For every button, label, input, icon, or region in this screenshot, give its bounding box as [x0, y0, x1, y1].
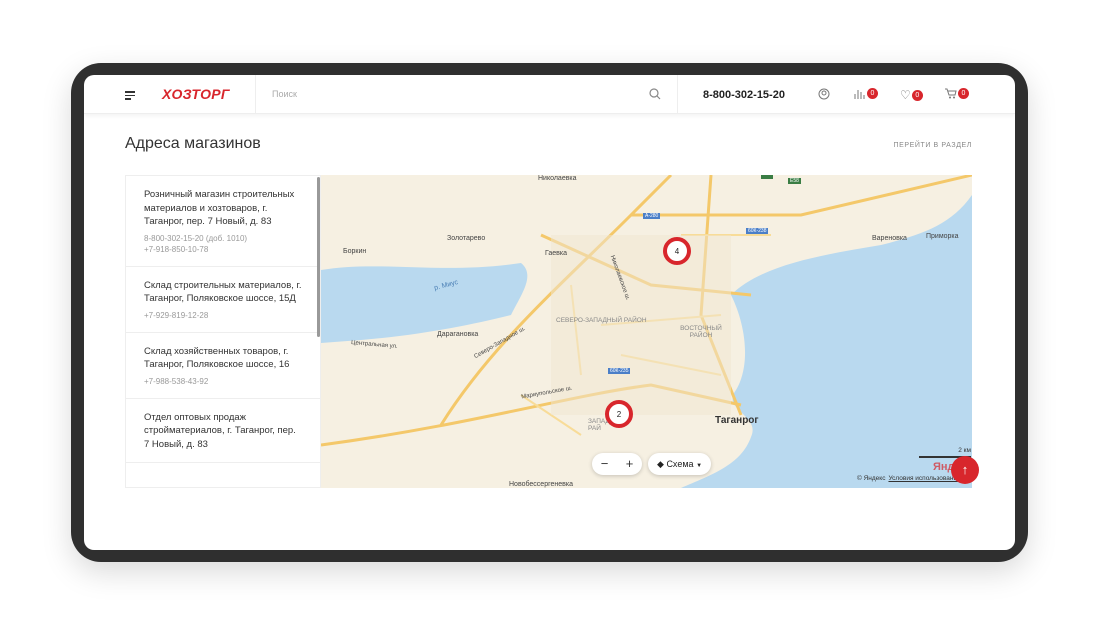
map-label: ЗАПАД РАЙ — [588, 418, 610, 432]
map-cluster[interactable]: 2 — [605, 400, 633, 428]
search-icon[interactable] — [649, 88, 661, 100]
favorites-badge: 0 — [911, 89, 923, 101]
map-label: Новобессергеневка — [509, 481, 573, 488]
map-label: Приморка — [926, 233, 959, 240]
terms-link[interactable]: Условия использования — [888, 475, 960, 482]
search-input[interactable]: Поиск — [272, 89, 297, 99]
account-icon[interactable] — [818, 88, 830, 100]
store-item[interactable]: Склад строительных материалов, г. Таганр… — [126, 267, 320, 333]
store-phone[interactable]: 8-800-302-15-20 (доб. 1010) — [144, 233, 302, 244]
store-list: Розничный магазин строительных материало… — [125, 175, 321, 488]
compare-badge: 0 — [867, 88, 878, 99]
map-label: Таганрог — [715, 415, 759, 426]
zoom-out-button[interactable]: − — [592, 453, 617, 475]
store-item[interactable]: Склад хозяйственных товаров, г. Таганрог… — [126, 333, 320, 399]
compare-icon — [854, 90, 865, 99]
store-name: Склад хозяйственных товаров, г. Таганрог… — [144, 345, 290, 371]
logo[interactable]: ХОЗТОРГ — [162, 86, 230, 102]
map-tiles — [321, 175, 972, 488]
browser-screen: ХОЗТОРГ Поиск 8-800-302-15-20 0 ♡ 0 0 Адр… — [84, 75, 1015, 550]
page-title: Адреса магазинов — [125, 135, 261, 152]
store-phone[interactable]: +7-918-850-10-78 — [144, 244, 302, 255]
scale-label: 2 км — [958, 447, 971, 454]
map-label: Золотарево — [447, 235, 486, 242]
search-box[interactable]: Поиск — [255, 75, 678, 114]
favorites-button[interactable]: ♡ 0 — [900, 88, 923, 102]
map-label: СЕВЕРО-ЗАПАДНЫЙ РАЙОН — [556, 317, 647, 324]
store-name: Розничный магазин строительных материало… — [144, 189, 295, 227]
zoom-in-button[interactable]: + — [617, 453, 642, 475]
road-sign: 60К-238 — [746, 228, 769, 234]
cart-icon — [945, 88, 957, 99]
phone-number[interactable]: 8-800-302-15-20 — [703, 89, 785, 101]
map-zoom-control: − + — [592, 453, 642, 475]
map-layer-button[interactable]: ◆ Схема ▼ — [648, 453, 712, 475]
store-item[interactable]: Отдел оптовых продаж стройматериалов, г.… — [126, 399, 320, 463]
map-label: Николаевка — [538, 175, 577, 182]
store-item[interactable]: Розничный магазин строительных материало… — [126, 176, 320, 267]
store-name: Отдел оптовых продаж стройматериалов, г.… — [144, 411, 296, 450]
road-sign: А-280 — [643, 213, 661, 219]
store-map[interactable]: Николаевка Золотарево Боркин Гаевка Варе… — [321, 175, 972, 488]
map-label: Вареновка — [872, 235, 907, 242]
road-sign: E58 — [788, 178, 801, 184]
cart-badge: 0 — [958, 88, 969, 99]
site-header: ХОЗТОРГ Поиск 8-800-302-15-20 0 ♡ 0 0 — [84, 75, 1015, 114]
chevron-down-icon: ▼ — [696, 463, 703, 469]
road-sign: 60К-235 — [608, 368, 631, 374]
map-label: ВОСТОЧНЫЙ РАЙОН — [680, 325, 722, 339]
map-label: Дарагановка — [437, 331, 479, 338]
heart-icon: ♡ — [900, 88, 911, 102]
store-phone[interactable]: +7-929-819-12-28 — [144, 310, 302, 321]
map-copyright: © Яндекс Условия использования — [857, 475, 961, 482]
map-label: Боркин — [343, 248, 367, 255]
menu-icon[interactable] — [125, 91, 135, 102]
map-label: Гаевка — [545, 250, 568, 257]
goto-section-link[interactable]: ПЕРЕЙТИ В РАЗДЕЛ — [893, 142, 972, 149]
store-phone[interactable]: +7-988-538-43-92 — [144, 376, 302, 387]
copyright-text: © Яндекс — [857, 475, 886, 482]
list-scrollbar[interactable] — [317, 177, 320, 337]
compare-button[interactable]: 0 — [854, 88, 878, 99]
layers-icon: ◆ — [657, 459, 664, 469]
store-name: Склад строительных материалов, г. Таганр… — [144, 279, 302, 305]
map-layer-label: Схема — [666, 459, 694, 469]
cart-button[interactable]: 0 — [945, 88, 969, 99]
map-cluster[interactable]: 4 — [663, 237, 691, 265]
scroll-to-top-button[interactable]: ↑ — [951, 456, 979, 484]
